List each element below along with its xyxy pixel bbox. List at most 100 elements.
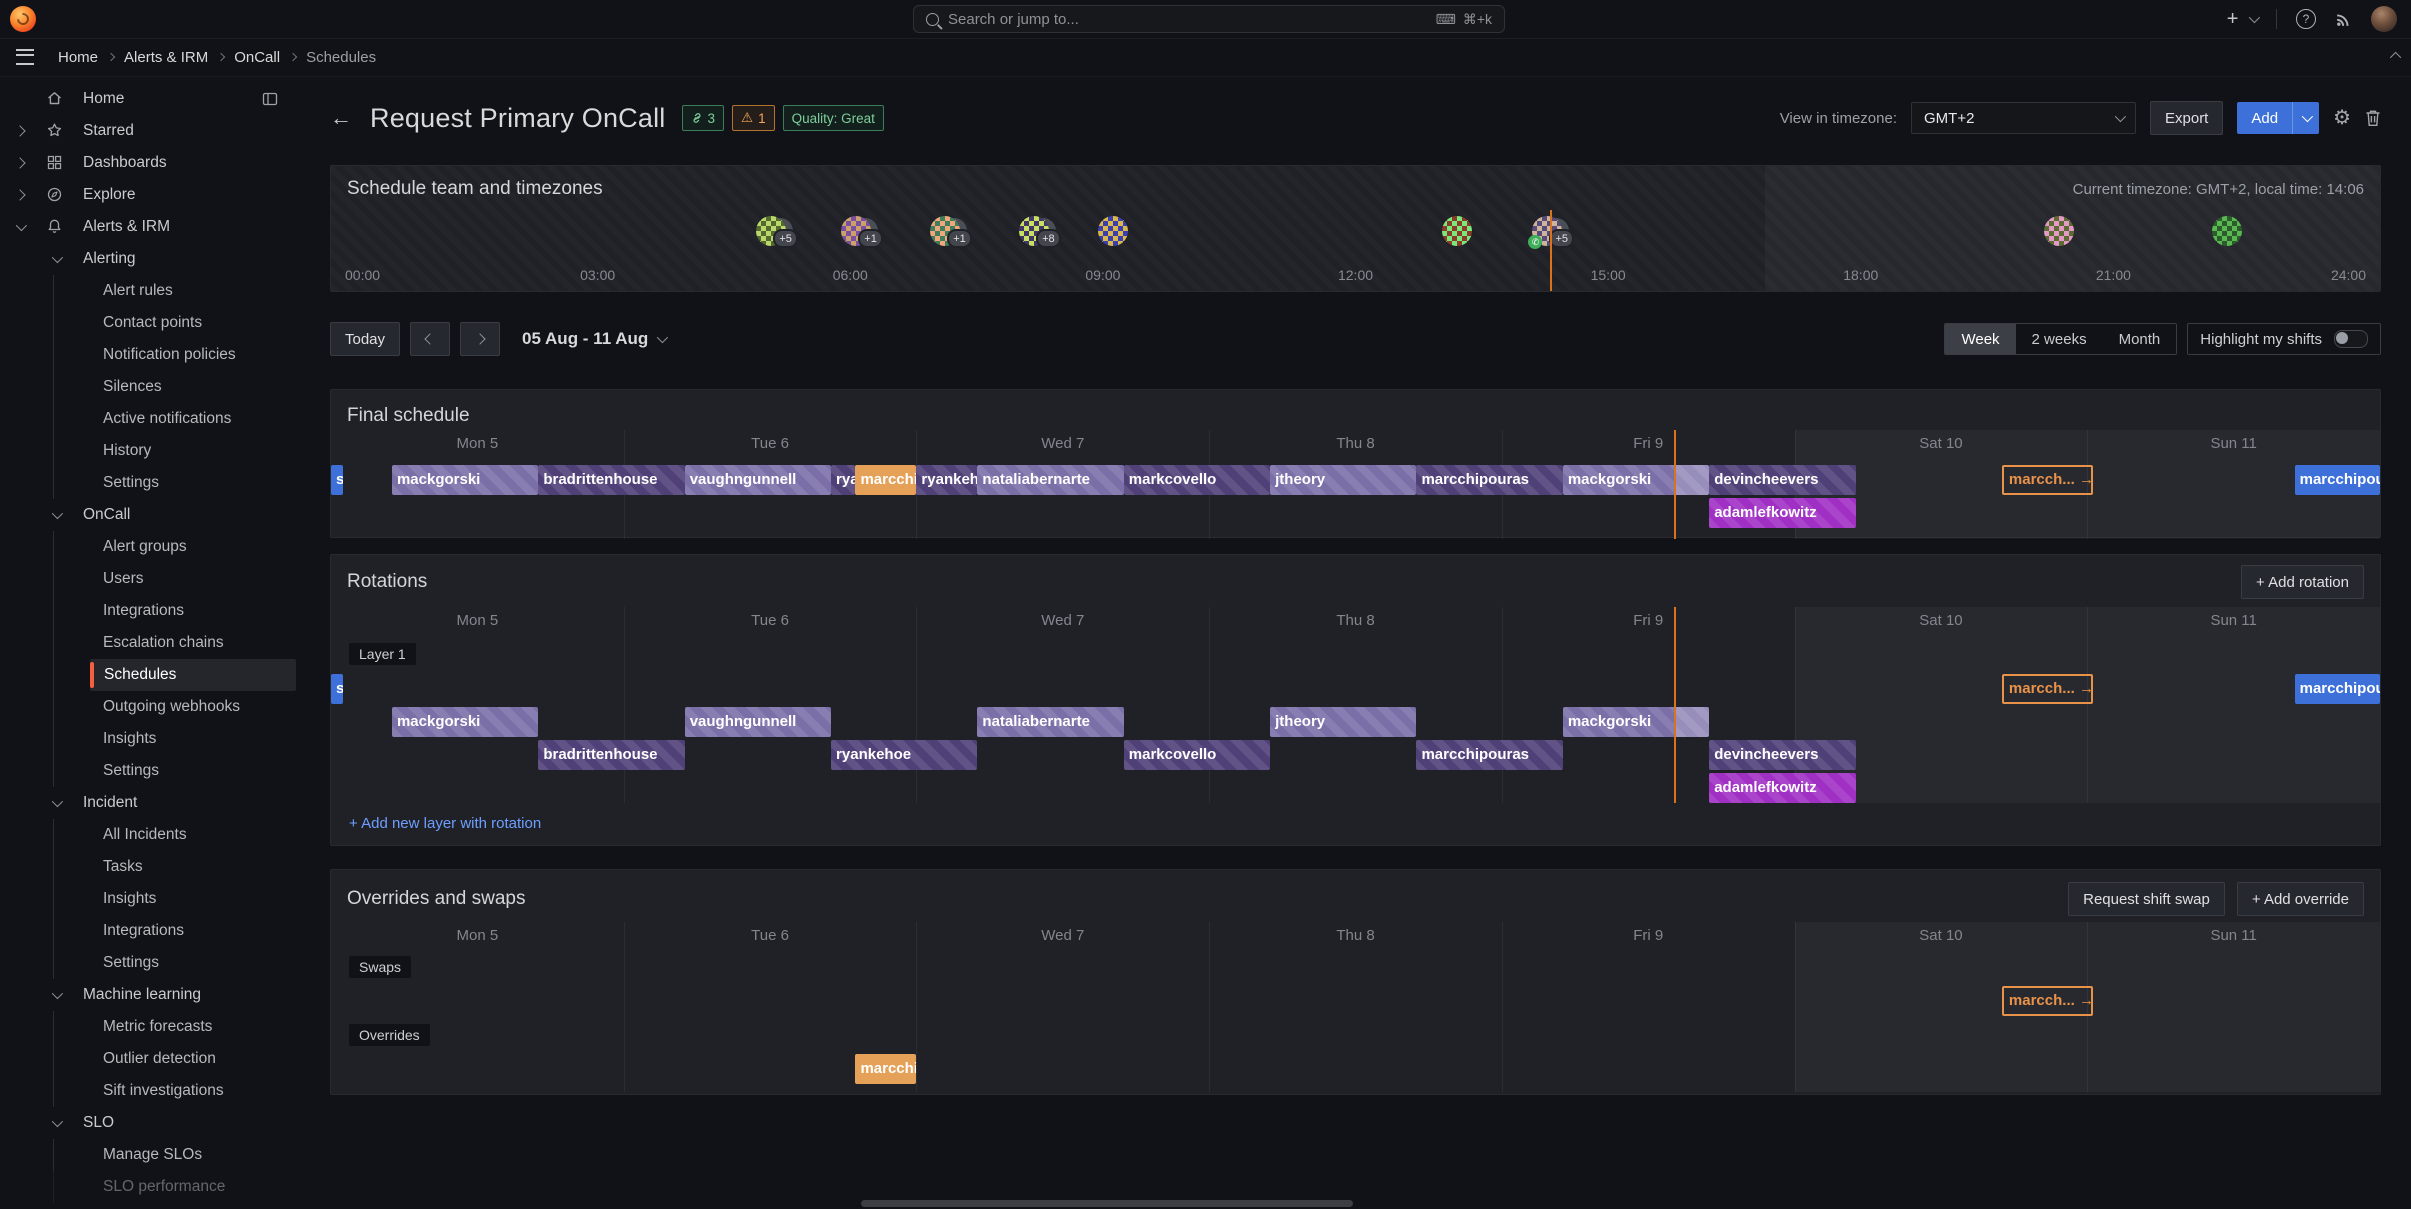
sidebar-item-escalation-chains[interactable]: Escalation chains	[0, 627, 296, 659]
shift-bar-nataliabernarte[interactable]: nataliabernarte	[977, 707, 1123, 737]
shift-bar-marcchipouras[interactable]: marcchipouras	[855, 465, 916, 495]
sidebar-item-insights[interactable]: Insights	[0, 883, 296, 915]
sidebar-item-metric-forecasts[interactable]: Metric forecasts	[0, 1011, 296, 1043]
team-member-avatar[interactable]	[1442, 216, 1472, 246]
date-range-dropdown[interactable]: 05 Aug - 11 Aug	[522, 329, 665, 349]
prev-week-button[interactable]	[410, 322, 450, 356]
dock-menu-icon[interactable]	[262, 91, 278, 107]
news-rss-icon[interactable]	[2335, 11, 2352, 28]
shift-bar-marcchipouras[interactable]: marcchipouras	[1416, 740, 1562, 770]
sidebar-item-contact-points[interactable]: Contact points	[0, 307, 296, 339]
shift-bar-ryankehoe[interactable]: ryankehoe	[916, 465, 977, 495]
team-member-avatar[interactable]: +5✆	[1532, 216, 1562, 246]
chevron-down-icon[interactable]	[52, 988, 63, 999]
shift-bar-mackgorski[interactable]: mackgorski	[392, 707, 538, 737]
sidebar-item-outgoing-webhooks[interactable]: Outgoing webhooks	[0, 691, 296, 723]
sidebar-item-slo[interactable]: SLO	[0, 1107, 296, 1139]
sidebar-item-explore[interactable]: Explore	[0, 179, 296, 211]
user-avatar[interactable]	[2371, 6, 2397, 32]
chevron-right-icon[interactable]	[14, 189, 25, 200]
team-member-avatar[interactable]	[1098, 216, 1128, 246]
shift-bar-jtheory[interactable]: jtheory	[1270, 707, 1416, 737]
shift-bar-mackgorski[interactable]: mackgorski	[392, 465, 538, 495]
team-member-avatar[interactable]: +1	[841, 216, 871, 246]
shift-bar-ryankehoe[interactable]: ryankehoe	[831, 740, 977, 770]
sidebar-item-settings[interactable]: Settings	[0, 755, 296, 787]
sidebar-item-dashboards[interactable]: Dashboards	[0, 147, 296, 179]
view-option-month[interactable]: Month	[2103, 324, 2177, 354]
sidebar-item-schedules[interactable]: Schedules	[90, 659, 296, 691]
shift-bar-jtheory[interactable]: jtheory	[1270, 465, 1416, 495]
sidebar-item-alert-rules[interactable]: Alert rules	[0, 275, 296, 307]
breadcrumb-item-home[interactable]: Home	[58, 49, 98, 66]
shift-bar-mackgorski[interactable]: mackgorski	[1563, 707, 1709, 737]
team-member-avatar[interactable]: +8	[1019, 216, 1049, 246]
shift-bar-marcchipouras[interactable]: marcchipouras	[2295, 674, 2380, 704]
request-shift-swap-button[interactable]: Request shift swap	[2068, 882, 2225, 916]
sidebar-item-sift-investigations[interactable]: Sift investigations	[0, 1075, 296, 1107]
shift-bar-markcovello[interactable]: markcovello	[1124, 465, 1270, 495]
sidebar-item-all-incidents[interactable]: All Incidents	[0, 819, 296, 851]
sidebar-item-active-notifications[interactable]: Active notifications	[0, 403, 296, 435]
sidebar-item-integrations[interactable]: Integrations	[0, 915, 296, 947]
sidebar-item-alerting[interactable]: Alerting	[0, 243, 296, 275]
shift-bar-mackgorski[interactable]: mackgorski	[1563, 465, 1709, 495]
team-member-avatar[interactable]: +5	[756, 216, 786, 246]
view-option-2-weeks[interactable]: 2 weeks	[2016, 324, 2103, 354]
today-button[interactable]: Today	[330, 322, 400, 356]
sidebar-item-machine-learning[interactable]: Machine learning	[0, 979, 296, 1011]
shift-bar-marcchipouras[interactable]: marcchipouras	[2295, 465, 2380, 495]
new-menu-button[interactable]: +	[2227, 8, 2257, 31]
chevron-down-icon[interactable]	[52, 1116, 63, 1127]
chevron-right-icon[interactable]	[14, 125, 25, 136]
shift-bar-s[interactable]: s	[331, 465, 343, 495]
shift-bar-s[interactable]: s	[331, 674, 343, 704]
delete-trash-icon[interactable]	[2365, 109, 2381, 127]
chevron-down-icon[interactable]	[52, 796, 63, 807]
breadcrumb-item-schedules[interactable]: Schedules	[306, 49, 376, 66]
chevron-up-icon[interactable]	[2390, 52, 2401, 63]
shift-bar-bradrittenhouse[interactable]: bradrittenhouse	[538, 740, 684, 770]
breadcrumb-item-alerts-irm[interactable]: Alerts & IRM	[124, 49, 208, 66]
sidebar-item-outlier-detection[interactable]: Outlier detection	[0, 1043, 296, 1075]
shift-bar-markcovello[interactable]: markcovello	[1124, 740, 1270, 770]
add-rotation-button[interactable]: + Add rotation	[2241, 565, 2364, 599]
add-dropdown-caret[interactable]	[2292, 102, 2319, 134]
shift-bar-devincheevers[interactable]: devincheevers	[1709, 465, 1855, 495]
sidebar-item-alert-groups[interactable]: Alert groups	[0, 531, 296, 563]
export-button[interactable]: Export	[2150, 101, 2223, 135]
highlight-toggle[interactable]	[2334, 330, 2368, 348]
chevron-down-icon[interactable]	[16, 220, 27, 231]
sidebar-item-integrations[interactable]: Integrations	[0, 595, 296, 627]
shift-bar-ryankehoe[interactable]: ryankehoe	[831, 465, 855, 495]
swap-request-bar[interactable]: marcch... → ?	[2002, 674, 2093, 704]
chevron-down-icon[interactable]	[52, 508, 63, 519]
team-member-avatar[interactable]	[2212, 216, 2242, 246]
search-input[interactable]: Search or jump to... ⌨ ⌘+k	[913, 5, 1505, 33]
settings-gear-icon[interactable]: ⚙	[2333, 108, 2351, 128]
swap-request-bar[interactable]: marcch... → ?	[2002, 465, 2093, 495]
sidebar-item-silences[interactable]: Silences	[0, 371, 296, 403]
shift-bar-vaughngunnell[interactable]: vaughngunnell	[685, 707, 831, 737]
shift-bar-nataliabernarte[interactable]: nataliabernarte	[977, 465, 1123, 495]
warnings-badge[interactable]: ⚠ 1	[732, 105, 775, 131]
back-button[interactable]: ←	[330, 105, 352, 131]
sidebar-item-tasks[interactable]: Tasks	[0, 851, 296, 883]
sidebar-item-slo-performance[interactable]: SLO performance	[0, 1171, 296, 1203]
next-week-button[interactable]	[460, 322, 500, 356]
sidebar-item-alerts-irm[interactable]: Alerts & IRM	[0, 211, 296, 243]
shift-bar-devincheevers[interactable]: devincheevers	[1709, 740, 1855, 770]
add-button[interactable]: Add	[2237, 102, 2319, 134]
sidebar-item-insights[interactable]: Insights	[0, 723, 296, 755]
team-member-avatar[interactable]	[2044, 216, 2074, 246]
quality-badge[interactable]: Quality: Great	[783, 105, 884, 131]
shift-bar-adamlefkowitz[interactable]: adamlefkowitz	[1709, 773, 1855, 803]
shift-bar-bradrittenhouse[interactable]: bradrittenhouse	[538, 465, 684, 495]
horizontal-scrollbar-thumb[interactable]	[861, 1200, 1353, 1207]
chevron-down-icon[interactable]	[52, 252, 63, 263]
shift-bar-vaughngunnell[interactable]: vaughngunnell	[685, 465, 831, 495]
swap-request-bar[interactable]: marcch... → ?	[2002, 986, 2093, 1016]
sidebar-item-settings[interactable]: Settings	[0, 467, 296, 499]
breadcrumb-item-oncall[interactable]: OnCall	[234, 49, 280, 66]
sidebar-item-incident[interactable]: Incident	[0, 787, 296, 819]
